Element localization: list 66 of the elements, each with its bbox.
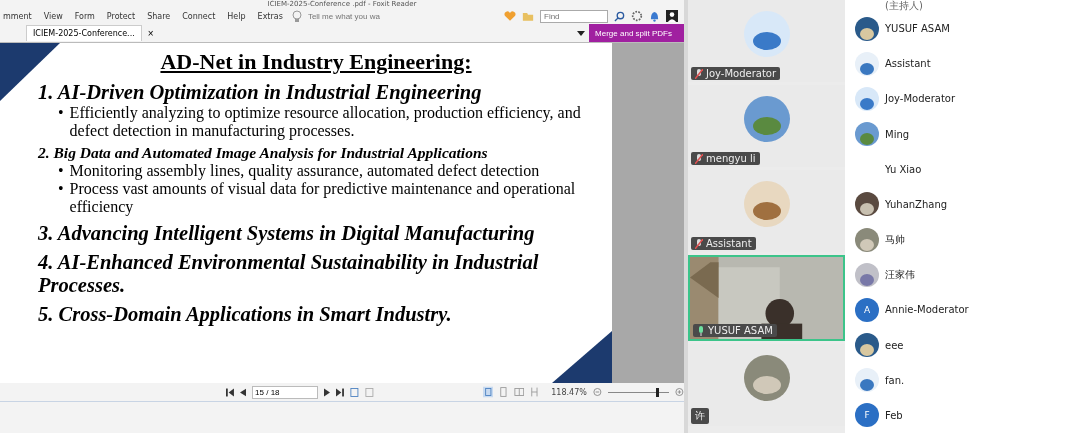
bell-icon[interactable] [649,10,660,22]
next-page-icon[interactable] [324,387,331,397]
zoom-out-icon[interactable] [592,387,602,397]
menu-item[interactable]: Connect [179,11,219,21]
bullet-mark: • [58,104,64,123]
search-icon[interactable] [614,10,625,22]
zoom-slider-thumb[interactable] [655,387,659,397]
previous-page-icon[interactable] [239,387,247,397]
bullet-mark: • [58,180,64,199]
last-page-icon[interactable] [336,387,345,397]
user-icon[interactable] [666,10,678,22]
slide-heading: 1. AI-Driven Optimization in Industrial Engineering [38,81,483,104]
facing-pages-icon[interactable] [513,386,525,398]
participant-name[interactable]: 马帅 [885,232,905,247]
slide-heading: 3. Advancing Intelligent Systems in Digital Manufacturing [38,222,536,245]
name-label: 许 [691,408,709,424]
menu-item[interactable]: mment [0,11,35,21]
avatar-badge: A [855,297,879,322]
menu-item[interactable]: Protect [103,11,139,21]
participant-name[interactable]: 汪家伟 [885,267,915,282]
slide-heading: 2. Big Data and Automated Image Analysis for Industrial Applications [38,144,489,162]
document-tab[interactable]: ICIEM-2025-Conference... [26,25,142,41]
bullet-text: Monitoring assembly lines, quality assurance, automated defect detection [69,162,540,180]
slide-title: AD-Net in Industry Engineering: [159,49,473,75]
participant-name[interactable]: Ming [885,128,910,140]
name-label: YUSUF ASAM [693,324,777,337]
participant-name[interactable]: Feb [885,409,903,421]
bullet-text: Efficiently analyzing to optimize resource allocation, production efficiency, and defect detection in manufacturing processes. [69,104,582,140]
page-view-icon[interactable] [350,386,359,398]
zoom-in-icon[interactable] [675,387,684,397]
bullet-text: Process vast amounts of visual data for predictive maintenance and operational efficiency [69,180,577,216]
participant-name[interactable]: Yu Xiao [885,163,922,175]
merge-pdfs-button[interactable]: Merge and split PDFs [589,24,684,42]
menu-item[interactable]: Help [224,11,249,21]
gear-icon[interactable] [631,10,643,22]
zoom-percentage[interactable]: 118.47% [551,387,587,397]
tell-me-field[interactable]: Tell me what you wa [307,11,388,21]
active-video-tile[interactable]: YUSUF ASAM [688,255,845,341]
single-page-icon[interactable] [482,386,494,398]
participant-name[interactable]: YuhanZhang [885,198,948,210]
name-label: mengyu li [691,152,760,165]
participant-name[interactable]: Annie-Moderator [885,304,969,316]
participant-name[interactable]: fan. [885,374,905,386]
participant-name[interactable]: Joy-Moderator [885,93,956,105]
dropdown-icon[interactable] [577,30,586,36]
menu-item[interactable]: View [40,11,66,21]
bullet-mark: • [58,162,64,180]
participant-name[interactable]: Assistant [885,58,931,70]
menu-item[interactable]: Form [71,11,98,21]
close-tab-button[interactable]: × [145,27,156,39]
find-field[interactable]: Find [540,9,608,23]
menu-item[interactable]: Share [144,11,174,21]
continuous-page-icon[interactable] [499,386,508,398]
slide-heading: 5. Cross-Domain Applications in Smart Industry. [38,303,453,326]
name-label: Assistant [691,237,756,250]
lightbulb-icon [291,9,302,23]
host-label: (主持人) [885,0,923,11]
participant-name[interactable]: eee [885,339,904,351]
corner-decoration [552,331,612,383]
menu-item[interactable]: Extras [254,11,286,21]
page-number-field[interactable]: 15 / 18 [252,385,319,399]
participant-name[interactable]: YUSUF ASAM [885,23,950,35]
slide-heading: 4. AI-Enhanced Environmental Sustainability in Industrial Processes. [38,251,540,297]
avatar-badge: F [855,403,879,428]
first-page-icon[interactable] [226,387,234,397]
name-label: Joy-Moderator [691,67,781,80]
